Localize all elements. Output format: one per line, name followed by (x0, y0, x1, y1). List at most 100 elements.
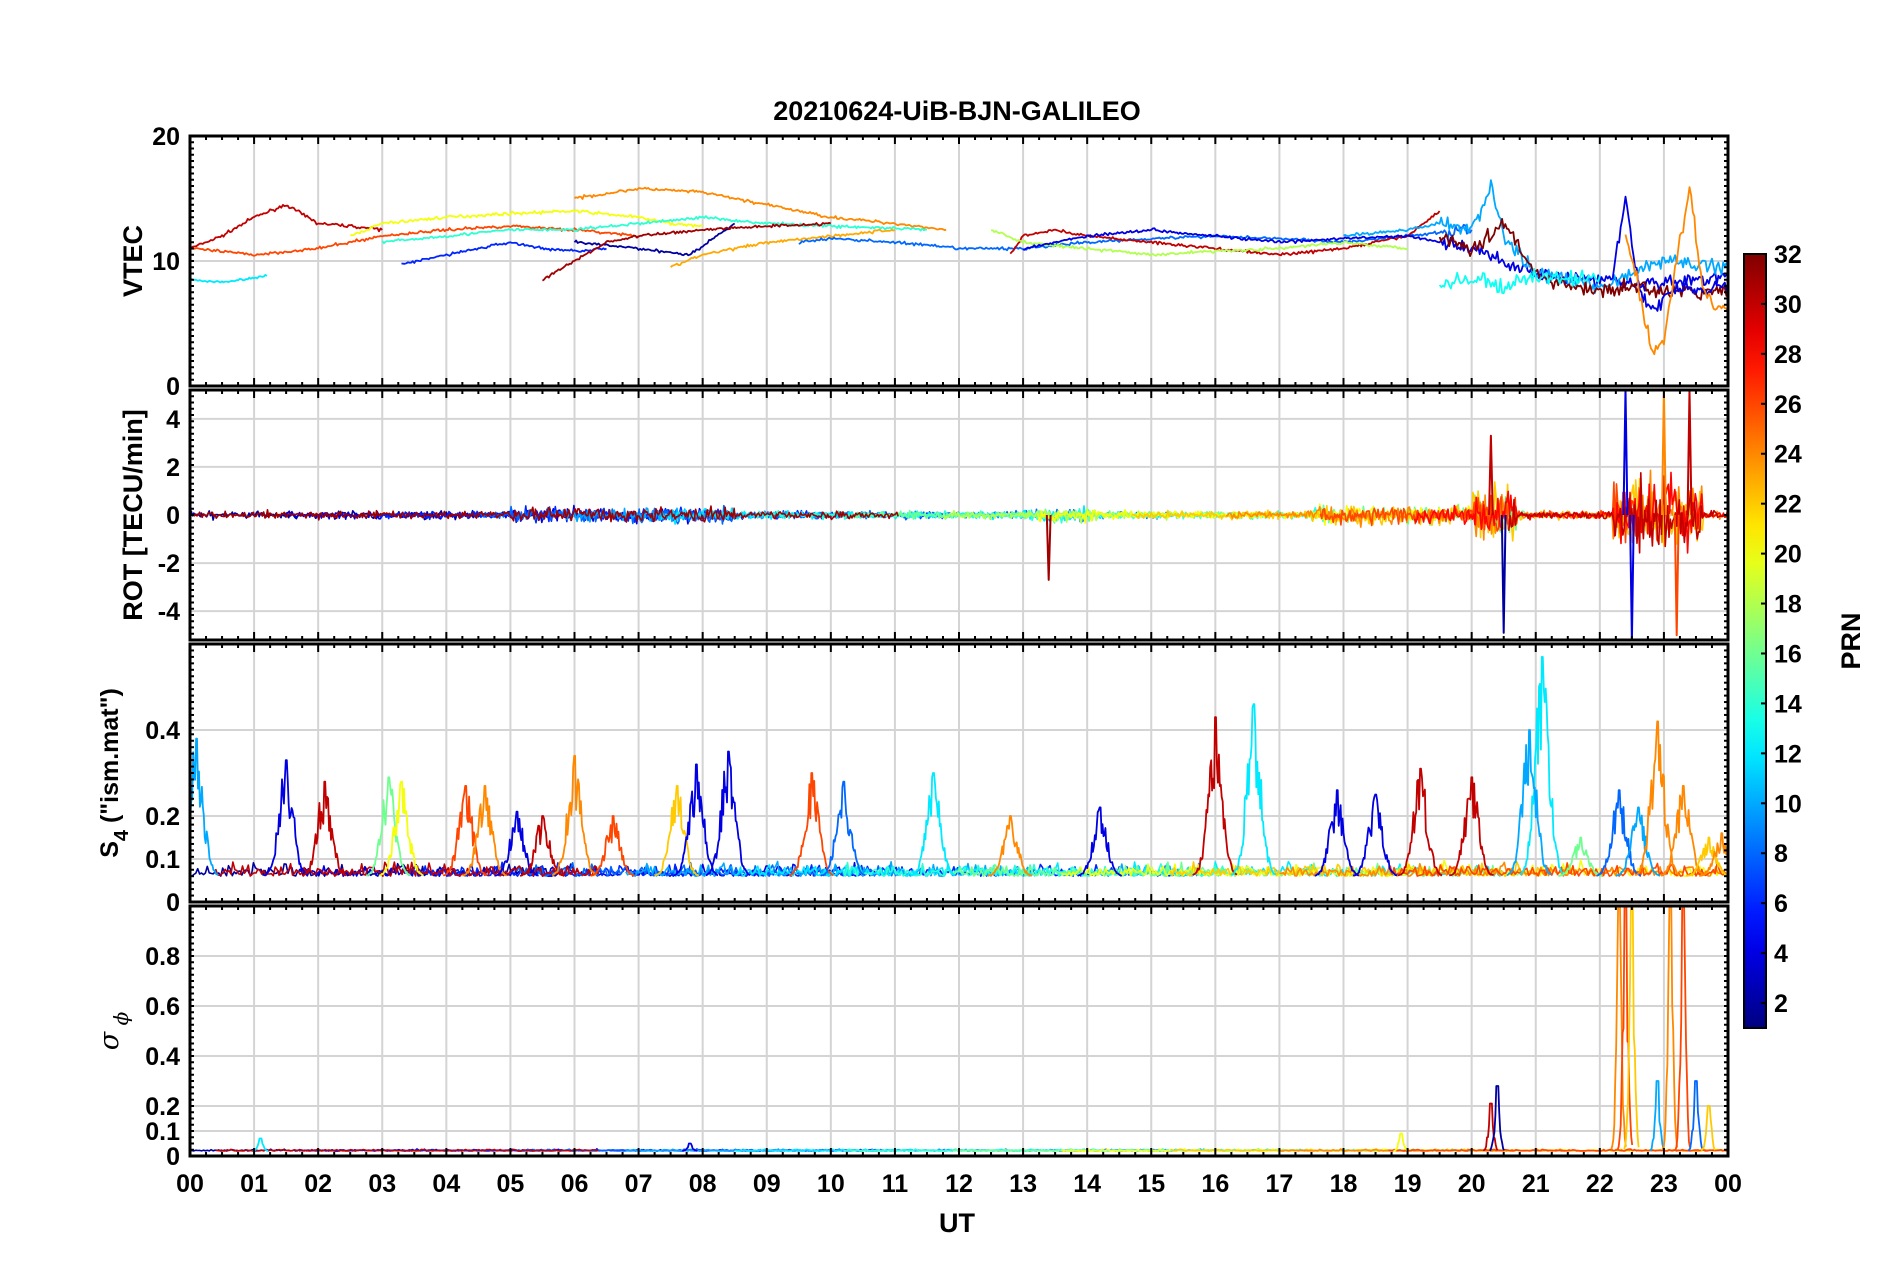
colorbar-tick-label: 4 (1774, 940, 1788, 968)
panel-vtec: 0 10 20 VTEC (118, 123, 1730, 401)
panel-sigma_phi: 00.10.2 0.4 0.6 0.8 σ ϕ (94, 904, 1730, 1171)
s4-peak-prn-24 (1634, 720, 1680, 876)
y-tick-label: 0.4 (145, 1043, 180, 1071)
x-tick-label: 13 (1009, 1170, 1037, 1198)
colorbar-tick-label: 8 (1774, 840, 1788, 868)
x-tick-label: 12 (945, 1170, 973, 1198)
colorbar-label: PRN (1836, 612, 1866, 669)
s4-peak-prn-30 (301, 780, 347, 877)
panels: 01020VTEC-4-2024ROT [TECU/min]00.10.20.4… (94, 123, 1730, 1171)
x-tick-label: 20 (1458, 1170, 1486, 1198)
vtec-line-prn-30 (190, 204, 383, 250)
s4-peak-prn-12 (910, 772, 956, 877)
x-tick-label: 11 (882, 1170, 909, 1198)
y-tick-label: 0.6 (145, 993, 180, 1021)
y-tick-label: 20 (152, 123, 180, 151)
colorbar-tick-label: 6 (1774, 890, 1788, 918)
sigma_phi-peak-prn-12 (252, 1137, 269, 1152)
x-tick-label: 00 (176, 1170, 204, 1198)
gnss-scintillation-figure: 20210624-UiB-BJN-GALILEO 01020VTEC-4-202… (94, 96, 1866, 1238)
s4-peak-prn-4 (1314, 789, 1360, 877)
x-tick-label: 23 (1650, 1170, 1678, 1198)
x-tick-label: 16 (1201, 1170, 1229, 1198)
grid-sigma_phi (190, 906, 1728, 1157)
rot-spike (1045, 514, 1052, 581)
s4-peak-prn-8 (1596, 789, 1642, 877)
x-tick-label: 06 (561, 1170, 589, 1198)
colorbar-tick-label: 18 (1774, 591, 1802, 619)
y-tick-label: -2 (158, 550, 180, 578)
x-tick-label: 02 (304, 1170, 332, 1198)
panel-s4: 0 0.1 0.2 0.4 S4 ("ism.mat") (96, 642, 1730, 917)
colorbar-gradient (1743, 253, 1767, 1029)
vtec-line-prn-12 (190, 274, 268, 284)
colorbar-tick-label: 20 (1774, 541, 1802, 569)
sigma_phi-baseline-prn-30 (215, 1148, 599, 1152)
panel-rot: -4 -2 0 2 4 ROT [TECU/min] (118, 388, 1730, 642)
x-tick-label: 09 (753, 1170, 781, 1198)
x-tick-labels: 00 01 02 03 04 05 06 07 08 09 10 11 12 13 14 15 16 17 18 19… (176, 1170, 1742, 1198)
chart-title: 20210624-UiB-BJN-GALILEO (773, 96, 1141, 126)
colorbar-tick-label: 22 (1774, 491, 1802, 519)
x-tick-label: 22 (1586, 1170, 1614, 1198)
sigma_phi-peak-prn-22 (1700, 1105, 1717, 1152)
colorbar-tick-label: 26 (1774, 391, 1802, 419)
x-axis-label: UT (939, 1208, 975, 1238)
y-axis-label-rot: ROT [TECU/min] (118, 409, 148, 620)
x-tick-label: 19 (1394, 1170, 1422, 1198)
sigma_phi-peak-prn-10 (1649, 1080, 1665, 1152)
colorbar-tick-label: 24 (1774, 441, 1802, 469)
x-tick-label: 00 (1714, 1170, 1742, 1198)
colorbar-tick-label: 32 (1774, 241, 1802, 269)
colorbar-tick-label: 2 (1774, 990, 1788, 1018)
y-tick-label: 10 (152, 248, 180, 276)
y-tick-label: 4 (166, 406, 180, 434)
grid-s4 (190, 644, 1728, 903)
y-tick-label: 0.2 (145, 803, 180, 831)
rot-spike (1500, 514, 1507, 634)
x-tick-label: 17 (1266, 1170, 1294, 1198)
y-tick-label: 0 (166, 502, 180, 530)
y-tick-label: -4 (158, 598, 180, 626)
x-tick-label: 14 (1073, 1170, 1101, 1198)
y-tick-label: 0.2 (145, 1093, 180, 1121)
x-tick-label: 18 (1330, 1170, 1358, 1198)
x-tick-label: 21 (1522, 1170, 1550, 1198)
x-tick-label: 03 (368, 1170, 396, 1198)
y-tick-label: 0 (166, 1143, 180, 1171)
colorbar-tick-label: 30 (1774, 291, 1802, 319)
s4-peak-prn-10 (190, 737, 219, 876)
x-tick-label: 01 (240, 1170, 268, 1198)
y-axis-label-vtec: VTEC (118, 225, 148, 297)
s4-peak-prn-8 (820, 780, 866, 877)
s4-peak-prn-4 (1352, 793, 1398, 877)
colorbar-tick-label: 28 (1774, 341, 1802, 369)
s4-peak-prn-26 (442, 785, 488, 877)
y-tick-label: 2 (166, 454, 180, 482)
y-tick-label: 0.4 (145, 717, 180, 745)
vtec-line-prn-4 (1022, 227, 1728, 292)
y-tick-label: 0.8 (145, 943, 180, 971)
x-tick-label: 04 (432, 1170, 460, 1198)
x-tick-label: 10 (817, 1170, 845, 1198)
y-tick-label: 0.1 (145, 1118, 180, 1146)
s4-peak-prn-4 (1077, 806, 1122, 877)
sigma_phi-peak-prn-8 (1687, 1080, 1704, 1152)
colorbar-tick-label: 14 (1774, 690, 1802, 718)
y-tick-label: 0.1 (145, 846, 180, 874)
y-tick-label: 0 (166, 373, 180, 401)
s4-peak-prn-10 (1506, 729, 1552, 877)
y-axis-label-sigma-phi: σ ϕ (94, 1011, 133, 1050)
sigma_phi-peak-prn-26 (1674, 906, 1691, 1150)
colorbar-tick-label: 16 (1774, 640, 1802, 668)
sigma_phi-peak-prn-20 (1393, 1132, 1409, 1152)
colorbar-tick-label: 10 (1774, 790, 1802, 818)
x-tick-label: 07 (625, 1170, 653, 1198)
x-tick-label: 08 (689, 1170, 717, 1198)
vtec-line-prn-24 (1624, 186, 1728, 356)
x-tick-label: 15 (1137, 1170, 1165, 1198)
y-tick-label: 0 (166, 889, 180, 917)
y-axis-label-s4: S4 ("ism.mat") (96, 688, 133, 858)
prn-colorbar: 2468101214161820222426283032PRN (1743, 241, 1866, 1029)
x-tick-label: 05 (497, 1170, 525, 1198)
